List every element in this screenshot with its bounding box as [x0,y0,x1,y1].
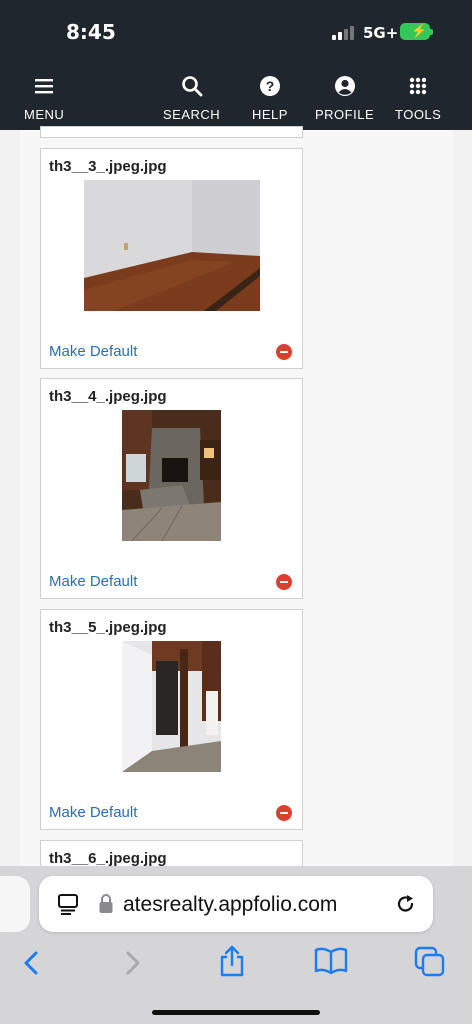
profile-button[interactable]: PROFILE [315,74,374,122]
photo-card: th3__3_.jpeg.jpg Make Default [40,148,303,369]
status-bar: 8:45 5G+ ⚡ [0,0,472,66]
help-label: HELP [252,107,288,122]
make-default-link[interactable]: Make Default [49,573,137,590]
make-default-link[interactable]: Make Default [49,804,137,821]
search-label: SEARCH [163,107,221,122]
search-button[interactable]: SEARCH [163,74,220,122]
grid-icon [409,77,427,95]
make-default-link[interactable]: Make Default [49,343,137,360]
remove-photo-icon[interactable] [276,344,292,360]
profile-label: PROFILE [315,107,375,122]
battery-charging-icon: ⚡ [400,23,433,40]
photo-card: th3__5_.jpeg.jpg Make Default [40,609,303,830]
menu-label: MENU [24,107,65,122]
photo-filename: th3__3_.jpeg.jpg [49,158,167,175]
previous-tab-pill[interactable] [0,876,30,932]
photo-filename: th3__4_.jpeg.jpg [49,388,167,405]
photo-filename: th3__6_.jpeg.jpg [49,850,167,867]
app-navbar: MENU SEARCH ? HELP PROFILE TOOLS [0,66,472,130]
page-settings-icon[interactable] [57,893,79,915]
photo-thumbnail[interactable] [122,641,221,772]
bookmarks-icon[interactable] [313,946,349,976]
menu-button[interactable]: MENU [24,74,64,122]
signal-icon [332,26,356,40]
reload-icon[interactable] [395,892,417,916]
share-icon[interactable] [217,944,247,978]
photo-thumbnail[interactable] [84,180,260,311]
photo-card-previous [40,126,303,138]
tools-button[interactable]: TOOLS [395,74,441,122]
search-icon [181,76,202,97]
help-button[interactable]: ? HELP [252,74,288,122]
photo-thumbnail[interactable] [122,410,221,541]
photo-card: th3__4_.jpeg.jpg Make Default [40,378,303,599]
clock: 8:45 [66,20,116,44]
url-text: atesrealty.appfolio.com [123,893,338,916]
tabs-icon[interactable] [413,945,447,977]
back-icon[interactable] [20,950,44,976]
photo-list: th3__3_.jpeg.jpg Make Default th3__4_.jp… [20,126,453,900]
photo-filename: th3__5_.jpeg.jpg [49,619,167,636]
profile-icon [334,76,355,96]
lock-icon [99,894,113,913]
remove-photo-icon[interactable] [276,805,292,821]
forward-icon[interactable] [120,950,144,976]
browser-toolbar: atesrealty.appfolio.com [0,866,472,1024]
hamburger-icon [35,79,54,94]
network-label: 5G+ [363,24,399,42]
home-indicator [152,1010,320,1015]
remove-photo-icon[interactable] [276,574,292,590]
tools-label: TOOLS [395,107,442,122]
svg-text:?: ? [266,78,275,94]
address-bar[interactable]: atesrealty.appfolio.com [39,876,433,932]
help-icon: ? [259,76,280,96]
